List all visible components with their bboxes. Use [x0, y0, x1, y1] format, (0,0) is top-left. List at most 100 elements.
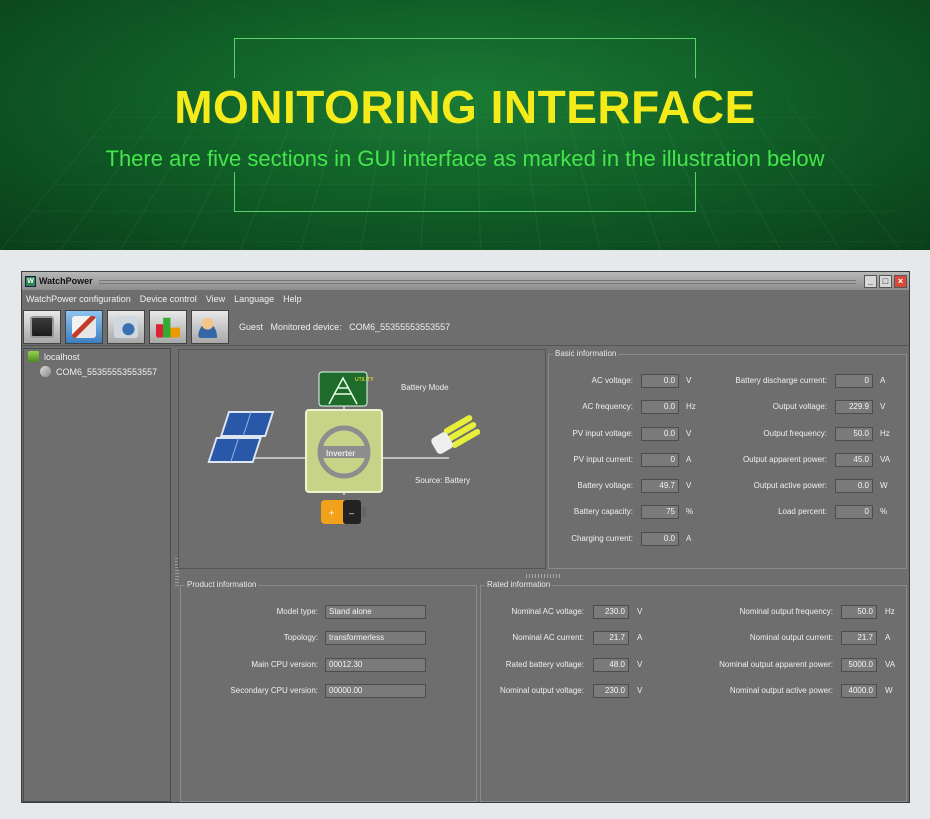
basic-right-label: Battery discharge current: — [735, 376, 827, 385]
basic-right-unit: V — [880, 402, 886, 411]
menu-help[interactable]: Help — [283, 294, 302, 304]
basic-right-label: Output apparent power: — [742, 455, 827, 464]
basic-right-unit: W — [880, 481, 888, 490]
basic-left-unit: A — [686, 534, 692, 543]
product-label: Topology: — [283, 633, 318, 642]
basic-right-label: Output active power: — [753, 481, 827, 490]
flow-diagram: UTILITY Inverter + – — [207, 371, 481, 524]
rated-left-label: Nominal AC current: — [512, 633, 584, 642]
utility-icon: UTILITY — [318, 371, 374, 407]
chart-button[interactable] — [149, 309, 187, 344]
flow-diagram-panel: UTILITY Inverter + – Battery Mode Source… — [178, 349, 546, 569]
basic-left-label: Battery voltage: — [577, 481, 633, 490]
banner-subtitle: There are five sections in GUI interface… — [105, 146, 825, 171]
menu-watchpower-configuration[interactable]: WatchPower configuration — [26, 294, 131, 304]
output-apparent-power-value: 45.0 — [835, 453, 873, 467]
rated-information-title: Rated information — [485, 580, 553, 589]
title-bar[interactable]: W WatchPower _ □ × — [22, 272, 909, 290]
charging-current-value: 0.0 — [641, 532, 679, 546]
device-tree: localhost COM6_55355553553557 — [23, 348, 171, 802]
tree-node-device[interactable]: COM6_55355553553557 — [24, 364, 170, 379]
basic-left-label: AC voltage: — [591, 376, 633, 385]
battery-discharge-current-value: 0 — [835, 374, 873, 388]
basic-left-label: AC frequency: — [582, 402, 633, 411]
product-label: Model type: — [276, 607, 318, 616]
maximize-button[interactable]: □ — [879, 274, 892, 288]
rated-right-unit: W — [885, 686, 893, 695]
load-percent-value: 0 — [835, 505, 873, 519]
svg-text:–: – — [349, 508, 354, 518]
basic-left-label: PV input voltage: — [572, 429, 633, 438]
basic-left-unit: Hz — [686, 402, 696, 411]
pv-input-current-value: 0 — [641, 453, 679, 467]
rated-right-label: Nominal output frequency: — [739, 607, 833, 616]
nominal-output-current-value: 21.7 — [841, 631, 877, 645]
nominal-output-apparent-power-value: 5000.0 — [841, 658, 877, 672]
monitor-icon — [30, 315, 54, 338]
horizontal-splitter[interactable] — [526, 574, 562, 578]
close-button[interactable]: × — [894, 274, 907, 288]
monitor-button[interactable] — [23, 309, 61, 344]
tree-localhost-label: localhost — [44, 351, 80, 362]
rated-information-group: Rated information Nominal AC voltage: 23… — [480, 580, 907, 802]
rated-right-label: Nominal output apparent power: — [719, 660, 833, 669]
nominal-output-voltage-value: 230.0 — [593, 684, 629, 698]
basic-left-label: Charging current: — [571, 534, 633, 543]
chart-icon — [156, 317, 180, 338]
ac-frequency-value: 0.0 — [641, 400, 679, 414]
nominal-output-active-power-value: 4000.0 — [841, 684, 877, 698]
minimize-button[interactable]: _ — [864, 274, 877, 288]
menu-device-control[interactable]: Device control — [140, 294, 197, 304]
banner: MONITORING INTERFACE There are five sect… — [0, 0, 930, 250]
rated-battery-voltage-value: 48.0 — [593, 658, 629, 672]
rated-left-unit: V — [637, 686, 643, 695]
output-frequency-value: 50.0 — [835, 427, 873, 441]
device-icon — [40, 366, 51, 377]
tools-icon — [72, 315, 96, 338]
battery-icon: + – — [321, 500, 366, 524]
product-information-title: Product information — [185, 580, 259, 589]
basic-information-title: Basic information — [553, 349, 619, 358]
svg-text:+: + — [329, 508, 334, 518]
mode-label: Battery Mode — [401, 383, 449, 392]
topology-value: transformerless — [325, 631, 426, 645]
menu-language[interactable]: Language — [234, 294, 274, 304]
basic-information-group: Basic information AC voltage: 0.0 V AC f… — [548, 349, 907, 569]
status-text: Guest Monitored device: COM6_55355553553… — [239, 322, 455, 332]
rated-left-unit: V — [637, 660, 643, 669]
banner-title: MONITORING INTERFACE — [174, 81, 756, 133]
configuration-button[interactable] — [65, 309, 103, 344]
product-label: Main CPU version: — [251, 660, 318, 669]
user-button[interactable] — [191, 309, 229, 344]
tree-node-localhost[interactable]: localhost — [24, 349, 170, 364]
nominal-ac-voltage-value: 230.0 — [593, 605, 629, 619]
basic-left-unit: V — [686, 481, 692, 490]
basic-right-label: Load percent: — [778, 507, 827, 516]
basic-right-label: Output frequency: — [763, 429, 827, 438]
menu-view[interactable]: View — [206, 294, 225, 304]
product-information-group: Product information Model type: Stand al… — [180, 580, 477, 802]
load-bulb-icon — [431, 415, 481, 454]
camera-button[interactable] — [107, 309, 145, 344]
toolbar: Guest Monitored device: COM6_55355553553… — [22, 308, 909, 346]
basic-left-unit: V — [686, 429, 692, 438]
model-type-value: Stand alone — [325, 605, 426, 619]
menu-bar: WatchPower configuration Device control … — [22, 290, 909, 308]
rated-right-unit: A — [885, 633, 891, 642]
svg-text:UTILITY: UTILITY — [355, 377, 374, 383]
rated-right-label: Nominal output current: — [749, 633, 833, 642]
inverter-icon: Inverter — [305, 409, 383, 493]
nominal-output-frequency-value: 50.0 — [841, 605, 877, 619]
title-grip — [98, 278, 856, 284]
ac-voltage-value: 0.0 — [641, 374, 679, 388]
svg-text:Inverter: Inverter — [326, 449, 355, 458]
main-cpu-version-value: 00012.30 — [325, 658, 426, 672]
monitored-device-label: Monitored device: — [270, 321, 342, 332]
rated-left-unit: V — [637, 607, 643, 616]
rated-left-unit: A — [637, 633, 643, 642]
solar-panel-icon — [207, 411, 275, 463]
computer-icon — [28, 351, 39, 362]
basic-right-label: Output voltage: — [772, 402, 827, 411]
camera-icon — [114, 315, 138, 338]
nominal-ac-current-value: 21.7 — [593, 631, 629, 645]
